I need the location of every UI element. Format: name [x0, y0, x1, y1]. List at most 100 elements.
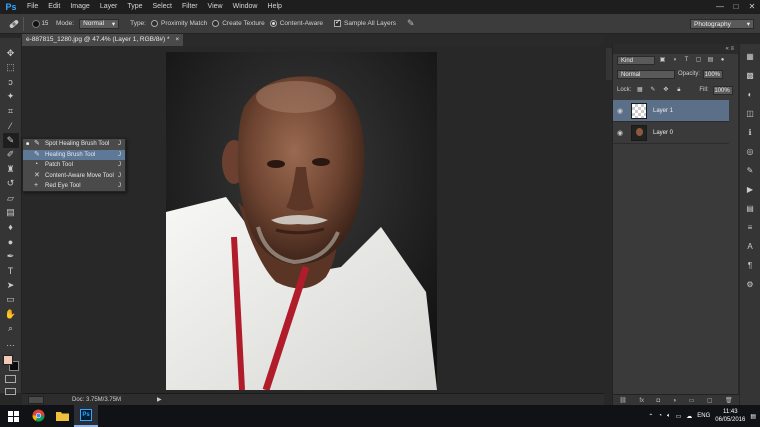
sample-all-layers[interactable]: Sample All Layers: [333, 18, 396, 27]
blend-mode-select[interactable]: Normal: [617, 69, 675, 79]
clock[interactable]: 11:43 06/05/2016: [715, 408, 745, 424]
new-layer-icon[interactable]: ▢: [707, 397, 713, 404]
menu-image[interactable]: Image: [65, 0, 94, 14]
eyedropper-tool[interactable]: ⁄: [3, 119, 19, 134]
kind-filter-select[interactable]: Kind: [617, 55, 655, 65]
lasso-tool[interactable]: ↄ: [3, 75, 19, 90]
move-tool[interactable]: ✥: [3, 46, 19, 61]
healing-tool[interactable]: ✎: [2, 133, 19, 148]
flyout-item-content-aware-move[interactable]: ✕ Content-Aware Move Tool J: [23, 171, 125, 182]
eraser-tool[interactable]: ▱: [3, 191, 19, 206]
fx-icon[interactable]: fx: [639, 398, 644, 404]
tool-preset-picker[interactable]: [4, 16, 24, 31]
menu-filter[interactable]: Filter: [177, 0, 203, 14]
onedrive-icon[interactable]: ☁: [686, 413, 692, 420]
adjustment-icon[interactable]: ◑: [673, 398, 677, 404]
mode-select[interactable]: Normal ▾: [79, 18, 120, 29]
eye-icon[interactable]: ◉: [613, 129, 627, 137]
canvas-area[interactable]: [22, 46, 604, 393]
styles-panel-icon[interactable]: ◫: [743, 107, 757, 121]
brushes-panel-icon[interactable]: ≡: [743, 221, 757, 235]
gradient-tool[interactable]: ▤: [3, 206, 19, 221]
brush-picker[interactable]: 15: [29, 17, 51, 31]
opacity-input[interactable]: 100%: [703, 69, 724, 79]
network-icon[interactable]: ◔: [658, 413, 662, 419]
lock-all-icon[interactable]: 🔒︎: [674, 86, 683, 95]
start-button[interactable]: [0, 405, 26, 427]
menu-edit[interactable]: Edit: [43, 0, 65, 14]
shape-tool[interactable]: ▭: [3, 293, 19, 308]
color-panel-icon[interactable]: ▦: [743, 50, 757, 64]
type-filter-icon[interactable]: T: [682, 56, 691, 65]
radio-texture[interactable]: [212, 20, 220, 27]
document-tab[interactable]: e-887815_1280.jpg @ 47.4% (Layer 1, RGB/…: [22, 34, 184, 46]
sample-all-checkbox[interactable]: [333, 18, 341, 27]
close-button[interactable]: ✕: [744, 0, 760, 14]
flyout-item-spot-healing[interactable]: ■ ✎ Spot Healing Brush Tool J: [23, 139, 125, 150]
foreground-color-swatch[interactable]: [3, 355, 13, 365]
menu-view[interactable]: View: [203, 0, 228, 14]
battery-icon[interactable]: ▭: [676, 413, 682, 420]
chevron-up-icon[interactable]: ⌃: [648, 413, 653, 420]
swatches-panel-icon[interactable]: ▩: [743, 69, 757, 83]
extra-tools[interactable]: …: [3, 336, 19, 351]
pressure-icon[interactable]: ✎: [407, 18, 415, 29]
type-proximity-match[interactable]: Proximity Match: [150, 20, 207, 27]
zoom-tool[interactable]: ⌕: [3, 322, 19, 337]
info-panel-icon[interactable]: ℹ: [743, 126, 757, 140]
eye-icon[interactable]: ◉: [613, 107, 627, 115]
blur-tool[interactable]: ♦: [3, 220, 19, 235]
filter-toggle-icon[interactable]: ●: [718, 56, 727, 65]
pixel-filter-icon[interactable]: ▣: [658, 56, 667, 65]
character-panel-icon[interactable]: A: [743, 240, 757, 254]
menu-layer[interactable]: Layer: [95, 0, 123, 14]
radio-content-aware[interactable]: [269, 20, 277, 27]
marquee-tool[interactable]: ⬚: [3, 61, 19, 76]
smart-object-filter-icon[interactable]: ▤: [706, 56, 715, 65]
clone-stamp-tool[interactable]: ♜: [3, 162, 19, 177]
menu-select[interactable]: Select: [148, 0, 177, 14]
dodge-tool[interactable]: ●: [3, 235, 19, 250]
layer-row-layer-0[interactable]: ◉ Layer 0: [613, 122, 729, 144]
menu-file[interactable]: File: [22, 0, 43, 14]
lock-transparency-icon[interactable]: ▦: [635, 86, 644, 95]
radio-proximity[interactable]: [150, 20, 158, 27]
taskbar-explorer[interactable]: [50, 405, 74, 427]
adjustments-panel-icon[interactable]: ◐: [743, 88, 757, 102]
mask-icon[interactable]: ◘: [657, 398, 661, 404]
properties-panel-icon[interactable]: ▤: [743, 202, 757, 216]
menu-help[interactable]: Help: [263, 0, 287, 14]
quick-mask-button[interactable]: [5, 375, 16, 383]
quick-select-tool[interactable]: ✦: [3, 90, 19, 105]
minimize-button[interactable]: —: [712, 0, 728, 14]
trash-icon[interactable]: 🗑︎: [725, 397, 733, 404]
screen-mode-button[interactable]: [5, 388, 16, 395]
flyout-item-healing-brush[interactable]: ✎ Healing Brush Tool J: [23, 149, 125, 160]
collapse-panel-icon[interactable]: « ≡: [725, 46, 734, 52]
lock-pixels-icon[interactable]: ✎: [648, 86, 657, 95]
folder-icon[interactable]: ▭: [689, 397, 695, 404]
brush-tool[interactable]: ✐: [3, 148, 19, 163]
status-menu-arrow[interactable]: ▶: [157, 396, 162, 403]
paragraph-panel-icon[interactable]: ¶: [743, 259, 757, 273]
path-select-tool[interactable]: ➤: [3, 278, 19, 293]
flyout-item-patch[interactable]: ◔ Patch Tool J: [23, 160, 125, 171]
clone-source-icon[interactable]: ⚙: [743, 278, 757, 292]
notifications-icon[interactable]: ▤: [750, 413, 756, 420]
taskbar-chrome[interactable]: [26, 405, 50, 427]
menu-window[interactable]: Window: [228, 0, 263, 14]
actions-panel-icon[interactable]: ▶: [743, 183, 757, 197]
portrait-photo[interactable]: [166, 52, 437, 390]
channels-panel-icon[interactable]: ◎: [743, 145, 757, 159]
pen-tool[interactable]: ✒: [3, 249, 19, 264]
menu-type[interactable]: Type: [122, 0, 147, 14]
type-tool[interactable]: T: [3, 264, 19, 279]
layer-row-layer-1[interactable]: ◉ Layer 1: [613, 100, 729, 122]
paths-panel-icon[interactable]: ✎: [743, 164, 757, 178]
hand-tool[interactable]: ✋: [3, 307, 19, 322]
close-icon[interactable]: ×: [175, 36, 179, 43]
lock-position-icon[interactable]: ✥: [661, 86, 670, 95]
fill-input[interactable]: 100%: [712, 85, 733, 95]
taskbar-photoshop[interactable]: Ps: [74, 405, 98, 427]
adjustment-filter-icon[interactable]: ◑: [670, 56, 679, 65]
